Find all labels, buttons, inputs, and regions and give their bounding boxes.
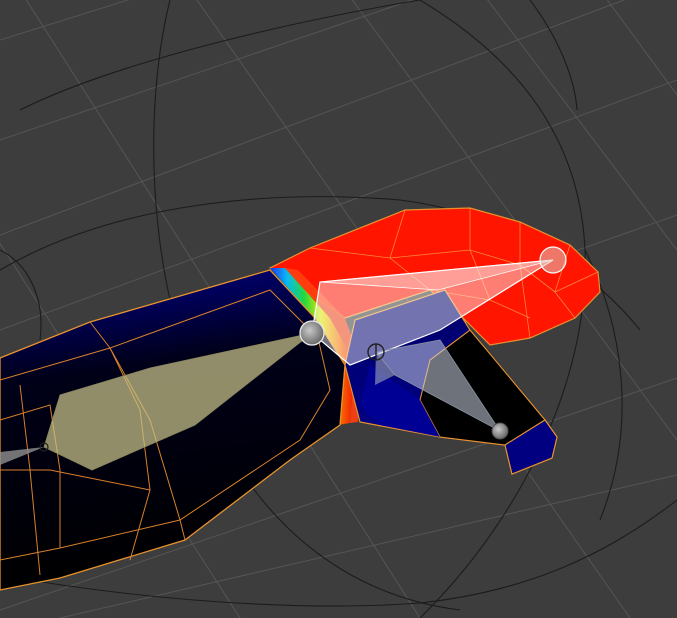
viewport-canvas[interactable]: [0, 0, 677, 618]
3d-viewport[interactable]: [0, 0, 677, 618]
wrist-joint[interactable]: [299, 320, 325, 346]
thumb-bone-tail-joint[interactable]: [491, 422, 509, 440]
finger-bone-tail-joint[interactable]: [539, 246, 567, 274]
